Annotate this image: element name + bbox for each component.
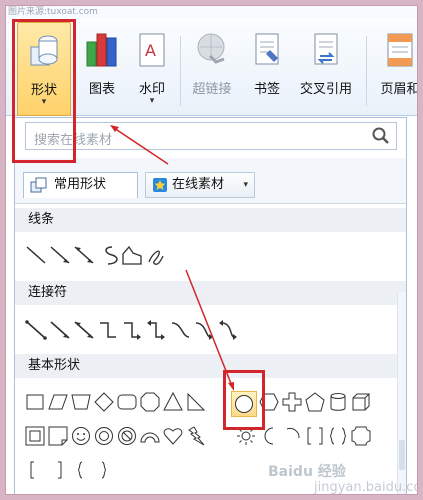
bottom-watermark-url: jingyan.baidu.com <box>314 480 417 495</box>
annotation-arrows <box>110 125 234 391</box>
annotation-arrow <box>185 269 233 387</box>
annotation-arrow <box>113 127 169 165</box>
bottom-watermark: Baidu 经验 <box>268 464 346 480</box>
annotation-arrow-head <box>228 382 234 391</box>
screenshot-frame: 图片来源:tuxoat.com 形状 ▾ 图表 A 水印 ▾ 超链接 书签 交叉… <box>5 5 418 495</box>
